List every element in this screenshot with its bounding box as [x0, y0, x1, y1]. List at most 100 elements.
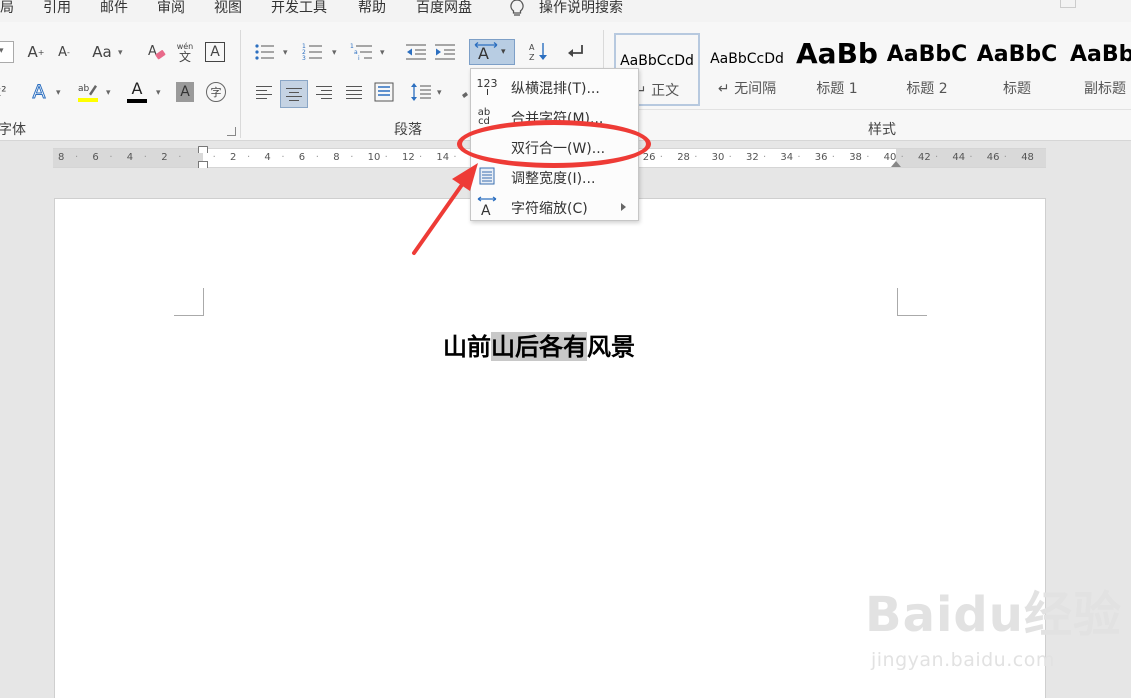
style-no-spacing[interactable]: AaBbCcDd ↵ 无间隔 — [704, 33, 790, 106]
decrease-indent-button[interactable] — [405, 42, 427, 62]
menu-item-label: 字符缩放(C) — [511, 201, 588, 217]
tab-layout[interactable]: 局 — [0, 0, 14, 16]
style-title[interactable]: AaBbC 标题 — [974, 33, 1060, 106]
first-line-indent-marker[interactable] — [198, 146, 208, 153]
ruler-tick-label: 6 — [92, 152, 99, 163]
ruler-tick-label: 4 — [126, 152, 134, 163]
multilevel-list-button[interactable]: 1ai — [350, 42, 374, 62]
ruler-tick-mark: · — [1003, 152, 1007, 163]
align-left-button[interactable] — [253, 81, 275, 103]
asian-layout-button[interactable]: A ▾ — [469, 39, 515, 65]
phonetic-guide-button[interactable]: wén 文 — [174, 39, 196, 65]
style-subtitle[interactable]: AaBbC 副标题 — [1064, 33, 1131, 106]
ruler-tick-label: 36 — [814, 152, 828, 163]
font-size-dropdown[interactable]: ▾ — [0, 41, 14, 63]
chevron-down-icon: ▾ — [380, 48, 385, 58]
document-text-line[interactable]: 山前山后各有风景 — [443, 327, 635, 367]
tab-help[interactable]: 帮助 — [358, 0, 386, 16]
ruler-tick-mark: · — [315, 152, 319, 163]
baidu-jingyan-watermark: Baidu经验 jingyan.baidu.com — [865, 575, 1122, 671]
ruler-tick-label: 4 — [264, 152, 271, 163]
ruler-tick-mark: · — [109, 152, 113, 163]
center-button[interactable] — [280, 80, 308, 108]
shading-button[interactable] — [460, 82, 468, 102]
clear-formatting-button[interactable]: A — [146, 41, 168, 63]
show-formatting-marks-button[interactable] — [563, 41, 587, 63]
paint-bucket-icon — [462, 92, 468, 98]
highlighter-icon: ab — [78, 84, 98, 102]
ruler-tick-mark: · — [350, 152, 354, 163]
sort-button[interactable]: AZ — [527, 41, 551, 63]
submenu-arrow-icon — [621, 203, 626, 211]
align-right-icon — [316, 86, 332, 102]
line-spacing-button[interactable] — [408, 81, 434, 103]
margin-corner-mark — [897, 288, 927, 316]
chevron-down-icon: ▾ — [501, 47, 506, 57]
tell-me-search[interactable]: 操作说明搜索 — [539, 0, 623, 16]
ruler-tick-label: 6 — [298, 152, 306, 163]
highlight-color-button[interactable]: ab — [76, 80, 100, 104]
sort-icon: AZ — [529, 43, 547, 62]
increase-indent-button[interactable] — [434, 42, 456, 62]
style-sample: AaBbCcDd — [620, 53, 694, 69]
font-group-label: 字体 — [0, 122, 26, 138]
tab-developer[interactable]: 开发工具 — [271, 0, 327, 16]
align-right-button[interactable] — [313, 81, 335, 103]
tab-review[interactable]: 审阅 — [157, 0, 185, 16]
character-border-button[interactable]: A — [205, 42, 225, 62]
right-indent-marker[interactable] — [891, 161, 901, 167]
ruler-tick-mark: · — [900, 152, 904, 163]
chevron-down-icon: ▾ — [332, 48, 337, 58]
ruler-tick-label: 34 — [780, 152, 794, 163]
svg-text:A: A — [478, 44, 489, 63]
asian-layout-icon: A — [474, 42, 498, 63]
return-arrow-icon — [568, 45, 583, 57]
change-case-button[interactable]: Aa — [88, 41, 116, 63]
tab-baidu-netdisk[interactable]: 百度网盘 — [416, 0, 472, 16]
text-run: 风景 — [587, 332, 635, 361]
chevron-down-icon: ▾ — [283, 48, 288, 58]
superscript-button[interactable]: x² — [0, 82, 8, 102]
style-heading-1[interactable]: AaBb 标题 1 — [794, 33, 880, 106]
ruler-tick-label: 46 — [986, 152, 1000, 163]
horizontal-in-vertical-icon: 123 — [476, 76, 498, 98]
lightbulb-icon — [508, 0, 526, 22]
annotation-arrow-icon — [412, 163, 478, 255]
hanging-indent-marker[interactable] — [198, 161, 208, 168]
tab-references[interactable]: 引用 — [43, 0, 71, 16]
style-sample: AaBbC — [1070, 42, 1131, 67]
ruler-tick-mark: · — [935, 152, 939, 163]
window-control[interactable] — [1060, 0, 1076, 8]
menu-item-character-scaling[interactable]: A 字符缩放(C) — [471, 192, 638, 222]
ruler-tick-label: 28 — [677, 152, 690, 163]
style-heading-2[interactable]: AaBbC 标题 2 — [884, 33, 970, 106]
ruler-tick-mark: · — [75, 152, 79, 163]
menu-item-label: 纵横混排(T)... — [511, 81, 600, 97]
tab-view[interactable]: 视图 — [214, 0, 242, 16]
combine-characters-icon: ab cd — [477, 107, 491, 127]
distributed-button[interactable] — [373, 81, 395, 103]
numbering-button[interactable]: 123 — [302, 42, 324, 62]
tab-mailings[interactable]: 邮件 — [100, 0, 128, 16]
font-color-button[interactable]: A — [126, 80, 148, 104]
distributed-icon — [374, 82, 394, 102]
styles-group-label: 样式 — [868, 122, 896, 138]
ruler-tick-mark: · — [969, 152, 973, 163]
enclose-characters-button[interactable]: 字 — [206, 82, 226, 102]
shrink-font-button[interactable]: A- — [54, 41, 74, 63]
font-dialog-launcher[interactable] — [227, 127, 236, 136]
ruler-tick-label: 8 — [58, 152, 65, 163]
selected-text[interactable]: 山后各有 — [491, 332, 587, 361]
character-shading-button[interactable]: A — [176, 82, 194, 102]
watermark-url: jingyan.baidu.com — [871, 649, 1055, 671]
grow-font-button[interactable]: A + — [26, 41, 46, 63]
ruler-tick-mark: · — [143, 152, 147, 163]
bullets-button[interactable] — [254, 42, 276, 62]
text-effects-button[interactable]: A — [28, 81, 50, 104]
justify-button[interactable] — [343, 81, 365, 103]
menu-item-horizontal-in-vertical[interactable]: 123 纵横混排(T)... — [471, 72, 638, 102]
svg-text:Z: Z — [529, 53, 535, 62]
ruler-tick-label: 42 — [918, 152, 931, 163]
ruler-tick-label: 32 — [746, 152, 759, 163]
group-separator — [240, 30, 241, 138]
